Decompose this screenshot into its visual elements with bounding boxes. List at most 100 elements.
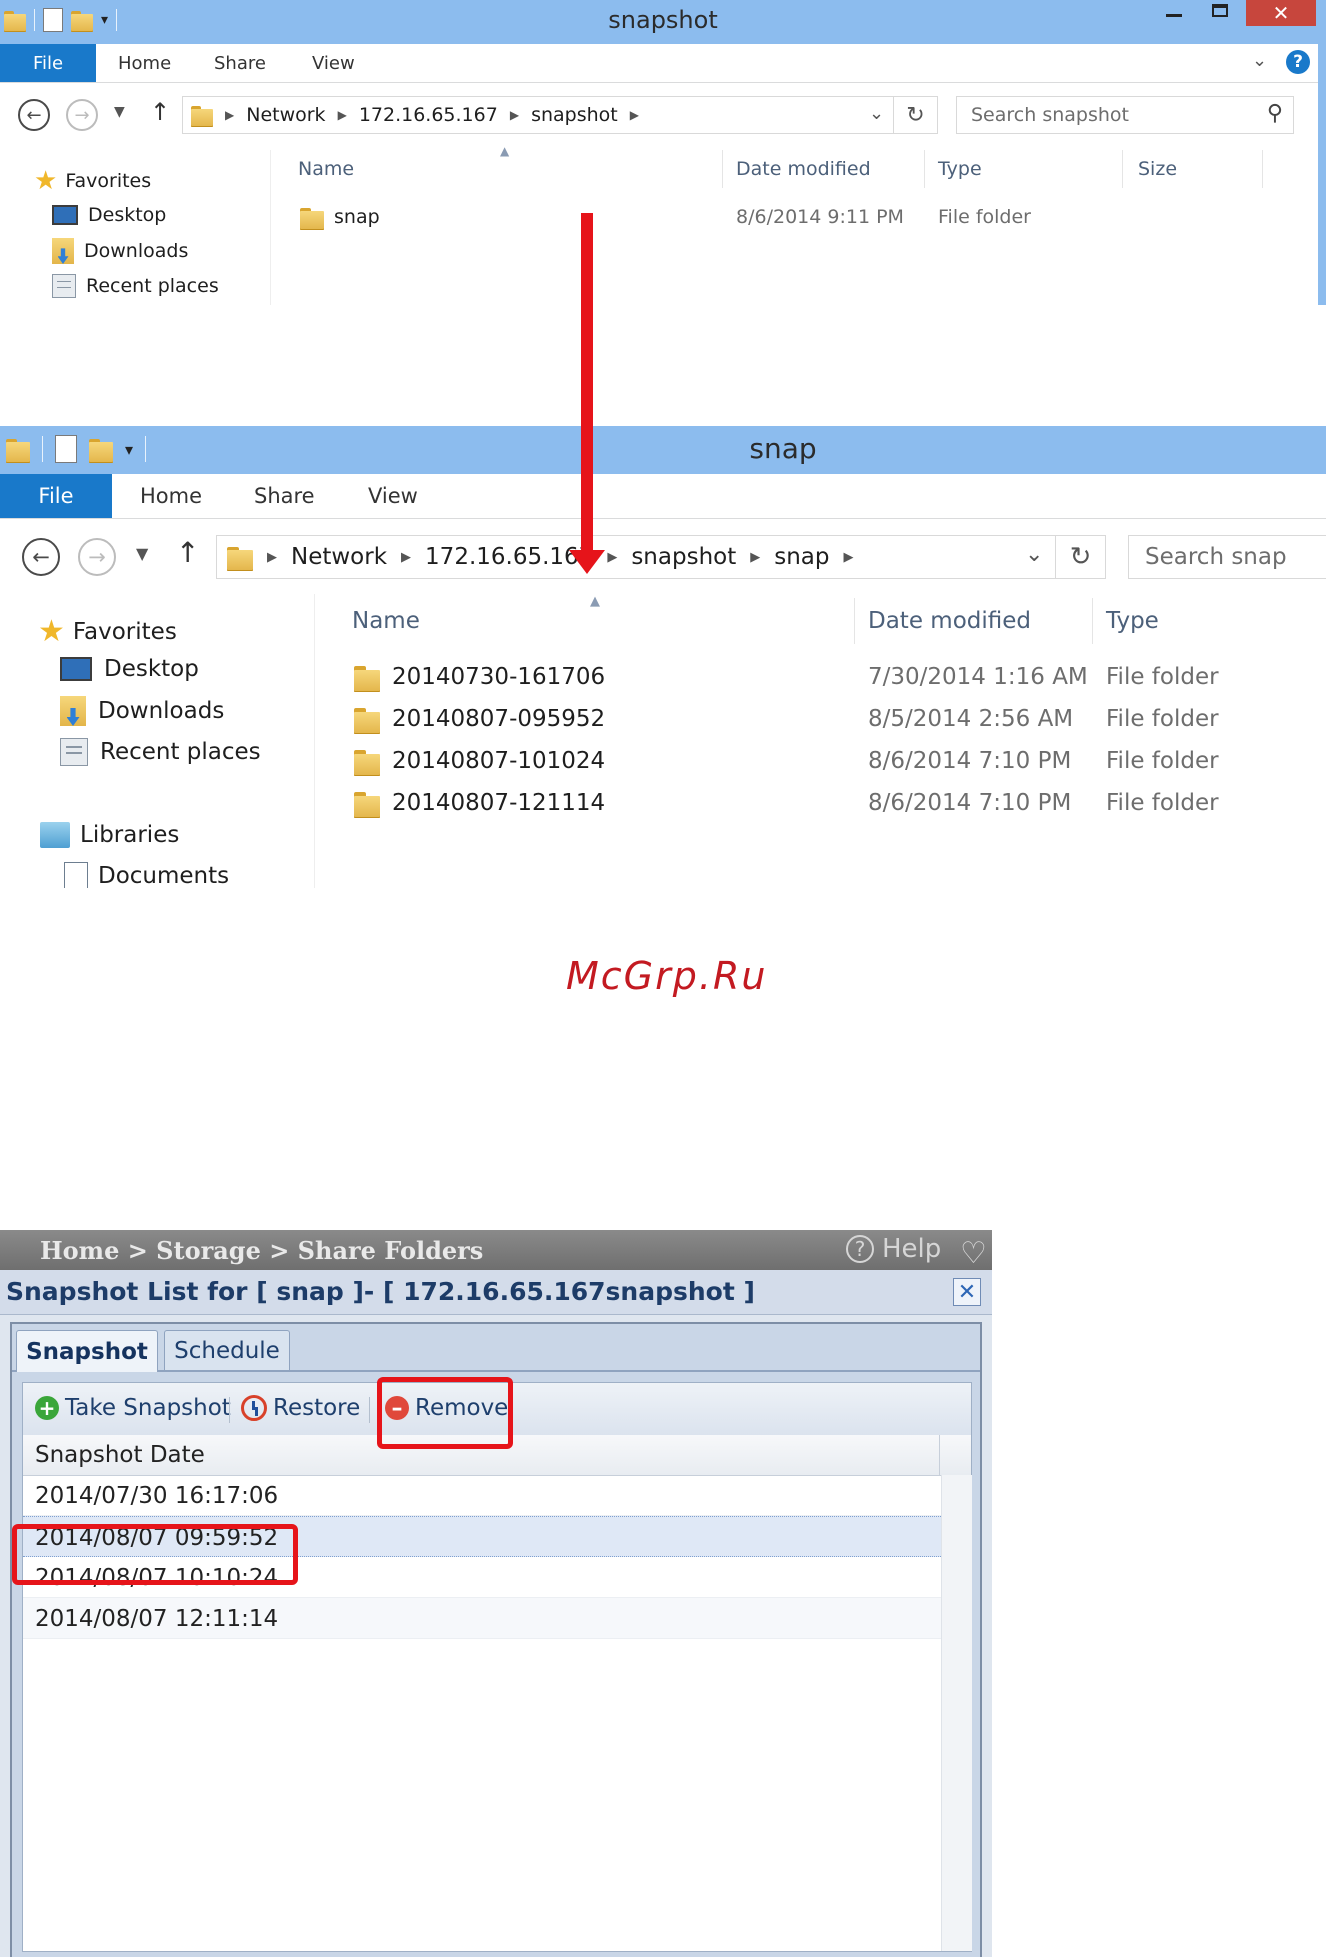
- address-dropdown-icon[interactable]: ⌄: [1025, 542, 1043, 567]
- minimize-icon[interactable]: [1166, 14, 1182, 17]
- breadcrumb-host[interactable]: 172.16.65.167: [359, 104, 498, 126]
- up-button[interactable]: ↑: [176, 536, 199, 569]
- file-row[interactable]: snap 8/6/2014 9:11 PM File folder: [298, 204, 1198, 234]
- address-bar[interactable]: ▶ Network ▶ 172.16.65.167 ▶ snapshot ▶ ⌄: [182, 96, 894, 134]
- breadcrumb-network[interactable]: Network: [291, 544, 387, 570]
- tab-snapshot[interactable]: Snapshot: [16, 1330, 158, 1372]
- snapshot-row[interactable]: 2014/07/30 16:17:06: [23, 1475, 941, 1516]
- expand-ribbon-icon[interactable]: ⌄: [1252, 50, 1267, 71]
- file-date: 8/6/2014 9:11 PM: [736, 206, 904, 228]
- refresh-button[interactable]: ↻: [1056, 535, 1106, 579]
- nav-desktop[interactable]: Desktop: [52, 204, 166, 226]
- network-icon: [191, 103, 213, 127]
- column-name[interactable]: Name: [352, 608, 420, 634]
- snapshot-row[interactable]: 2014/08/07 12:11:14: [23, 1598, 941, 1639]
- column-divider: [722, 150, 723, 188]
- nav-downloads[interactable]: Downloads: [52, 238, 188, 264]
- search-input[interactable]: Search snap: [1128, 535, 1326, 579]
- file-type: File folder: [938, 206, 1031, 228]
- tab-view[interactable]: View: [368, 474, 418, 518]
- snapshot-date: 2014/08/07 12:11:14: [35, 1606, 279, 1632]
- navigation-pane: ★ Favorites Desktop Downloads Recent plac…: [0, 150, 271, 305]
- address-dropdown-icon[interactable]: ⌄: [869, 103, 884, 124]
- sort-indicator-icon: ▲: [590, 594, 600, 609]
- tab-schedule[interactable]: Schedule: [164, 1330, 290, 1370]
- tab-home[interactable]: Home: [140, 474, 202, 518]
- customize-qat-icon[interactable]: ▾: [125, 440, 133, 459]
- restore-button[interactable]: Restore: [241, 1395, 360, 1421]
- column-divider: [1262, 150, 1263, 188]
- nav-downloads-label: Downloads: [84, 240, 189, 262]
- forward-button[interactable]: →: [66, 99, 98, 131]
- file-row[interactable]: 20140730-161706 7/30/2014 1:16 AM File f…: [352, 662, 1312, 696]
- file-row[interactable]: 20140807-121114 8/6/2014 7:10 PM File fo…: [352, 788, 1312, 822]
- favorite-heart-icon[interactable]: ♡: [960, 1236, 987, 1271]
- restore-label: Restore: [273, 1395, 361, 1421]
- take-snapshot-button[interactable]: + Take Snapshot: [35, 1395, 231, 1421]
- column-date-modified[interactable]: Date modified: [736, 158, 871, 180]
- properties-icon[interactable]: [55, 435, 77, 463]
- help-link[interactable]: ? Help: [846, 1234, 941, 1264]
- help-icon[interactable]: ?: [1286, 50, 1310, 74]
- column-snapshot-date[interactable]: Snapshot Date: [35, 1442, 205, 1468]
- nav-downloads[interactable]: Downloads: [60, 696, 224, 726]
- tab-share[interactable]: Share: [214, 44, 266, 82]
- forward-arrow-icon: →: [88, 545, 106, 569]
- app-folder-icon[interactable]: [6, 435, 30, 464]
- folder-icon: [227, 543, 253, 572]
- forward-button[interactable]: →: [78, 538, 116, 576]
- tab-strip: Snapshot Schedule: [12, 1324, 980, 1372]
- back-button[interactable]: ←: [18, 99, 50, 131]
- restore-icon: [241, 1395, 267, 1421]
- breadcrumb-snapshot[interactable]: snapshot: [631, 544, 736, 570]
- nav-recent-places[interactable]: Recent places: [60, 738, 261, 766]
- nav-desktop[interactable]: Desktop: [60, 656, 199, 682]
- up-button[interactable]: ↑: [150, 98, 170, 126]
- column-type[interactable]: Type: [938, 158, 982, 180]
- panel-close-button[interactable]: ✕: [953, 1278, 981, 1306]
- file-date: 8/5/2014 2:56 AM: [868, 706, 1074, 732]
- column-type[interactable]: Type: [1106, 608, 1159, 634]
- back-button[interactable]: ←: [22, 538, 60, 576]
- explorer-window-snapshot: ▾ snapshot ✕ File Home Share View ⌄ ? ← …: [0, 0, 1326, 305]
- breadcrumb-snapshot[interactable]: snapshot: [531, 104, 618, 126]
- column-name[interactable]: Name: [298, 158, 354, 180]
- maximize-icon[interactable]: [1212, 4, 1228, 17]
- refresh-button[interactable]: ↻: [894, 96, 938, 134]
- new-folder-icon[interactable]: [89, 435, 113, 464]
- file-name: 20140807-121114: [392, 790, 606, 816]
- file-row[interactable]: 20140807-101024 8/6/2014 7:10 PM File fo…: [352, 746, 1312, 780]
- nav-libraries[interactable]: Libraries: [40, 822, 179, 848]
- close-button[interactable]: ✕: [1246, 0, 1316, 26]
- folder-icon: [354, 704, 380, 734]
- breadcrumb-snap[interactable]: snap: [774, 544, 829, 570]
- breadcrumb-chevron-icon: ▶: [267, 549, 277, 565]
- file-row[interactable]: 20140807-095952 8/5/2014 2:56 AM File fo…: [352, 704, 1312, 738]
- breadcrumb-network[interactable]: Network: [246, 104, 325, 126]
- nav-documents[interactable]: Documents: [64, 862, 229, 888]
- nas-breadcrumb[interactable]: Home > Storage > Share Folders: [40, 1236, 483, 1265]
- file-name: 20140807-095952: [392, 706, 606, 732]
- column-date-modified[interactable]: Date modified: [868, 608, 1031, 634]
- grid-scroll-gutter[interactable]: [941, 1475, 972, 1951]
- window-title: snap: [749, 432, 817, 465]
- nas-snapshot-panel: Home > Storage > Share Folders ? Help ♡ …: [0, 1230, 992, 1957]
- column-size[interactable]: Size: [1138, 158, 1177, 180]
- address-bar[interactable]: ▶ Network ▶ 172.16.65.167 ▶ snapshot ▶ s…: [216, 535, 1056, 579]
- tab-home[interactable]: Home: [118, 44, 171, 82]
- tab-view[interactable]: View: [312, 44, 355, 82]
- search-input[interactable]: Search snapshot ⚲: [956, 96, 1294, 134]
- file-name: 20140807-101024: [392, 748, 606, 774]
- recent-locations-icon[interactable]: ▼: [114, 104, 125, 120]
- nav-recent-places[interactable]: Recent places: [52, 274, 219, 298]
- nav-favorites[interactable]: ★ Favorites: [38, 614, 177, 649]
- tab-file[interactable]: File: [0, 474, 112, 518]
- recent-locations-icon[interactable]: ▼: [136, 544, 148, 563]
- nav-favorites[interactable]: ★ Favorites: [34, 166, 151, 196]
- column-divider: [939, 1435, 940, 1475]
- tab-file[interactable]: File: [0, 44, 96, 82]
- file-date: 8/6/2014 7:10 PM: [868, 748, 1072, 774]
- tab-share[interactable]: Share: [254, 474, 315, 518]
- sort-indicator-icon: ▲: [500, 144, 510, 158]
- take-snapshot-label: Take Snapshot: [65, 1395, 231, 1421]
